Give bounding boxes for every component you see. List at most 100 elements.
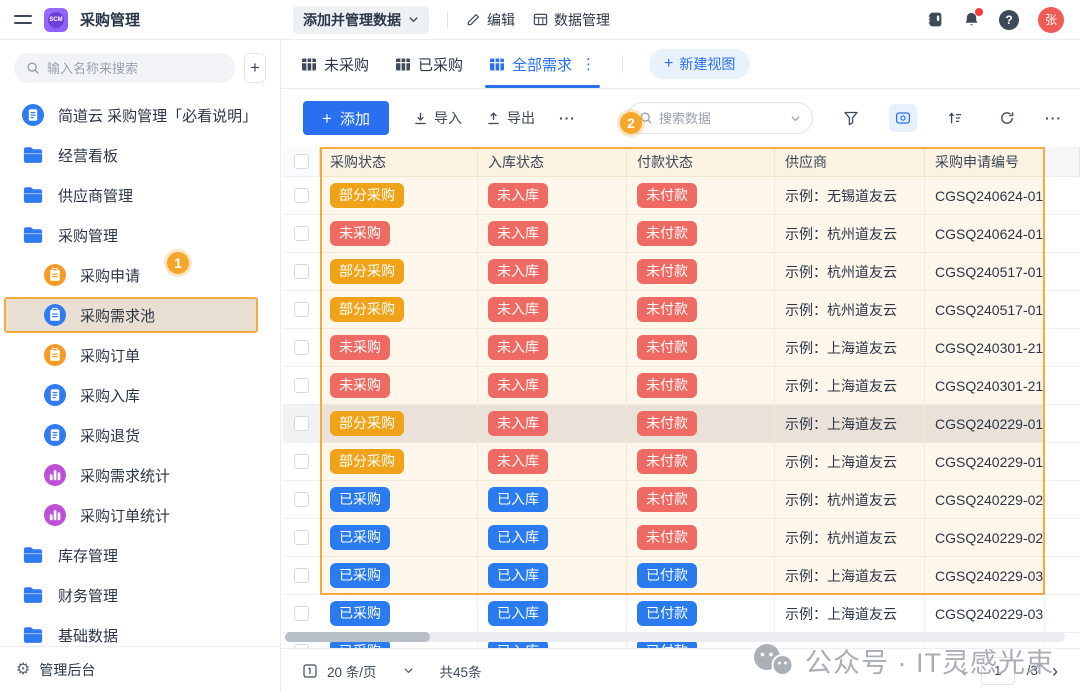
add-record-button[interactable]: + 添加: [303, 101, 389, 135]
table-row[interactable]: 已采购已入库未付款示例：杭州道友云CGSQ240229-02: [283, 519, 1080, 557]
table-row[interactable]: 部分采购未入库未付款示例：杭州道友云CGSQ240517-01: [283, 291, 1080, 329]
column-header[interactable]: 采购申请编号: [925, 147, 1045, 177]
row-checkbox[interactable]: [294, 264, 309, 279]
admin-console-button[interactable]: ⚙ 管理后台: [0, 646, 280, 692]
tab-menu-icon[interactable]: ⋮: [581, 55, 596, 73]
row-checkbox[interactable]: [294, 492, 309, 507]
refresh-icon[interactable]: [993, 104, 1021, 132]
table-row[interactable]: 部分采购未入库未付款示例：杭州道友云CGSQ240517-01: [283, 253, 1080, 291]
doc-circle-blue-icon: [44, 384, 66, 406]
row-checkbox[interactable]: [294, 606, 309, 621]
status-cell: 部分采购: [320, 177, 478, 215]
status-cell: 部分采购: [320, 253, 478, 291]
text-cell: 示例：上海道友云: [775, 557, 925, 595]
search-icon: [26, 61, 40, 75]
row-checkbox[interactable]: [294, 378, 309, 393]
add-and-manage-data-button[interactable]: 添加并管理数据: [293, 6, 429, 34]
scrollbar-thumb[interactable]: [285, 632, 430, 642]
sidebar-item[interactable]: 采购管理: [0, 215, 280, 255]
table-row[interactable]: 已采购已入库已付款示例：上海道友云CGSQ240229-03: [283, 595, 1080, 633]
collapse-sidebar-icon[interactable]: [14, 15, 32, 24]
status-cell: 未付款: [627, 253, 775, 291]
sidebar-item[interactable]: 经营看板: [0, 135, 280, 175]
status-badge: 未入库: [488, 183, 548, 208]
row-checkbox[interactable]: [294, 530, 309, 545]
sidebar-item[interactable]: 采购申请: [0, 255, 280, 295]
column-header[interactable]: 采购状态: [320, 147, 478, 177]
export-button[interactable]: 导出: [486, 108, 535, 128]
column-header[interactable]: 付款状态: [627, 147, 775, 177]
import-button[interactable]: 导入: [413, 108, 462, 128]
row-checkbox[interactable]: [294, 644, 309, 648]
display-settings-icon[interactable]: [889, 104, 917, 132]
chevron-down-icon[interactable]: [403, 665, 414, 676]
sidebar-item[interactable]: 采购需求池: [4, 297, 258, 333]
new-view-button[interactable]: + 新建视图: [649, 49, 750, 79]
table-row[interactable]: 已采购已入库未付款示例：杭州道友云CGSQ240229-02: [283, 481, 1080, 519]
column-header[interactable]: 供应商: [775, 147, 925, 177]
sidebar-item[interactable]: 库存管理: [0, 535, 280, 575]
text-cell: CGSQ240624-01: [925, 177, 1045, 215]
sidebar-item[interactable]: 供应商管理: [0, 175, 280, 215]
table-row[interactable]: 部分采购未入库未付款示例：无锡道友云CGSQ240624-01: [283, 177, 1080, 215]
table-row[interactable]: 未采购未入库未付款示例：杭州道友云CGSQ240624-01: [283, 215, 1080, 253]
table-search-input[interactable]: [659, 111, 784, 126]
row-checkbox[interactable]: [294, 340, 309, 355]
view-tab[interactable]: 全部需求 ⋮: [489, 40, 596, 88]
sidebar-item[interactable]: 采购订单统计: [0, 495, 280, 535]
sidebar-add-button[interactable]: +: [244, 53, 266, 83]
table-row[interactable]: 未采购未入库未付款示例：上海道友云CGSQ240301-21: [283, 367, 1080, 405]
sidebar-item[interactable]: 简道云 采购管理「必看说明」: [0, 95, 280, 135]
horizontal-scrollbar[interactable]: [285, 632, 1065, 642]
column-header[interactable]: 入库状态: [478, 147, 627, 177]
page-size-label: 20 条/页: [327, 661, 377, 681]
row-select-cell: [283, 291, 320, 329]
table-row[interactable]: 部分采购未入库未付款示例：上海道友云CGSQ240229-01: [283, 443, 1080, 481]
notifications-bell-icon[interactable]: [963, 11, 980, 28]
next-page-button[interactable]: ›: [1050, 662, 1060, 680]
table-row[interactable]: 已采购已入库已付款示例：上海道友云CGSQ240229-03: [283, 557, 1080, 595]
gear-icon: ⚙: [16, 662, 30, 678]
help-icon[interactable]: ?: [999, 10, 1019, 30]
view-tab[interactable]: 已采购: [395, 40, 463, 88]
view-tab-label: 全部需求: [512, 54, 572, 75]
sidebar-item[interactable]: 基础数据: [0, 615, 280, 646]
filler-cell: [1045, 367, 1080, 405]
sidebar-item[interactable]: 财务管理: [0, 575, 280, 615]
row-checkbox[interactable]: [294, 416, 309, 431]
status-badge: 未付款: [637, 183, 697, 208]
data-manage-button[interactable]: 数据管理: [533, 10, 610, 30]
row-checkbox[interactable]: [294, 226, 309, 241]
chevron-down-icon[interactable]: [790, 113, 801, 124]
sidebar-item[interactable]: 采购退货: [0, 415, 280, 455]
status-cell: 未入库: [478, 329, 627, 367]
sidebar-item[interactable]: 采购需求统计: [0, 455, 280, 495]
table-row[interactable]: 未采购未入库未付款示例：上海道友云CGSQ240301-21: [283, 329, 1080, 367]
table-row[interactable]: 部分采购未入库未付款示例：上海道友云CGSQ240229-01: [283, 405, 1080, 443]
view-tab[interactable]: 未采购: [301, 40, 369, 88]
page-size-select[interactable]: 20 条/页: [303, 661, 377, 681]
text-cell: 示例：杭州道友云: [775, 519, 925, 557]
status-badge: 未采购: [330, 373, 390, 398]
row-select-cell: [283, 595, 320, 633]
workbench-icon[interactable]: [927, 11, 944, 28]
more-actions-button[interactable]: ···: [559, 110, 576, 126]
user-avatar[interactable]: 张: [1038, 7, 1064, 33]
status-cell: 未入库: [478, 215, 627, 253]
more-tools-button[interactable]: ···: [1045, 110, 1062, 126]
prev-page-button[interactable]: ‹: [959, 662, 969, 680]
row-checkbox[interactable]: [294, 302, 309, 317]
sort-icon[interactable]: [941, 104, 969, 132]
row-checkbox[interactable]: [294, 454, 309, 469]
filter-icon[interactable]: [837, 104, 865, 132]
sidebar-item[interactable]: 采购订单: [0, 335, 280, 375]
sidebar-item[interactable]: 采购入库: [0, 375, 280, 415]
edit-button[interactable]: 编辑: [466, 10, 515, 30]
status-cell: 未入库: [478, 443, 627, 481]
select-all-checkbox[interactable]: [294, 154, 309, 169]
sidebar-search-input[interactable]: [47, 61, 223, 76]
row-checkbox[interactable]: [294, 188, 309, 203]
filler-cell: [1045, 443, 1080, 481]
current-page-input[interactable]: 1: [981, 657, 1015, 685]
row-checkbox[interactable]: [294, 568, 309, 583]
